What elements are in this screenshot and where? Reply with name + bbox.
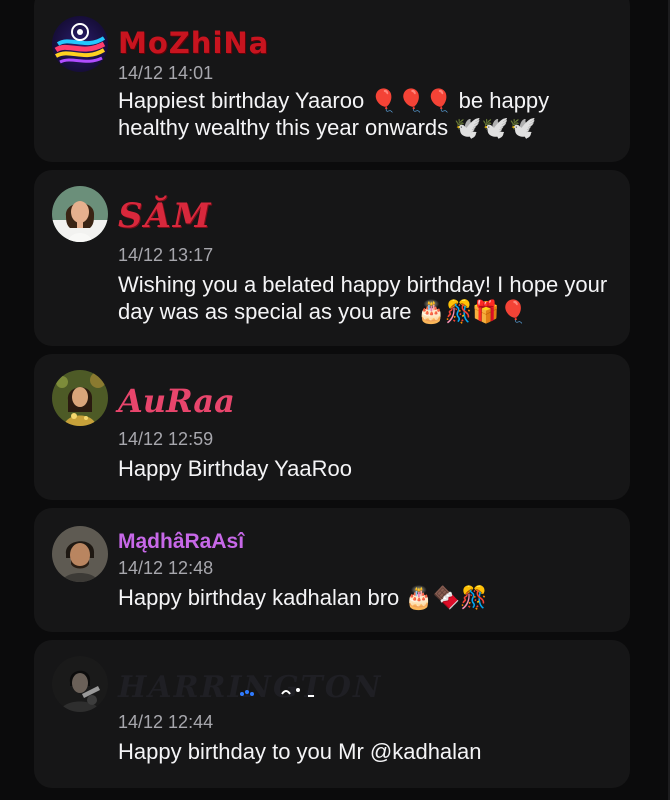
dark-photo-avatar-icon	[52, 656, 108, 712]
timestamp: 14/12 12:48	[118, 558, 214, 578]
comment-list: MoZhiNa 14/12 14:01 Happiest birthday Ya…	[0, 0, 670, 800]
timestamp: 14/12 14:01	[118, 63, 214, 83]
name-decoration-icon	[240, 688, 314, 697]
timestamp: 14/12 13:17	[118, 245, 214, 265]
comment-text: Happy birthday kadhalan bro 🎂🍫🎊	[118, 585, 488, 610]
username[interactable]: SĂM	[118, 196, 213, 236]
colorful-logo-avatar-icon	[52, 16, 108, 72]
comment-text: Wishing you a belated happy birthday! I …	[118, 272, 608, 324]
comment-text: Happy Birthday YaaRoo	[118, 456, 352, 481]
user-avatar[interactable]	[52, 656, 108, 712]
username[interactable]: MoZhiNa	[118, 26, 269, 60]
comment-card[interactable]: MądhâRaAsî 14/12 12:48 Happy birthday ka…	[34, 508, 630, 632]
user-avatar[interactable]	[52, 370, 108, 426]
username[interactable]: AuRaa	[118, 382, 235, 420]
comment-text: Happy birthday to you Mr @kadhalan	[118, 739, 482, 764]
comment-card[interactable]: SĂM 14/12 13:17 Wishing you a belated ha…	[34, 170, 630, 346]
comment-card[interactable]: MoZhiNa 14/12 14:01 Happiest birthday Ya…	[34, 0, 630, 162]
comment-card[interactable]: AuRaa 14/12 12:59 Happy Birthday YaaRoo	[34, 354, 630, 500]
user-avatar[interactable]	[52, 16, 108, 72]
user-avatar[interactable]	[52, 526, 108, 582]
timestamp: 14/12 12:44	[118, 712, 214, 732]
timestamp: 14/12 12:59	[118, 429, 214, 449]
user-avatar[interactable]	[52, 186, 108, 242]
username[interactable]: MądhâRaAsî	[118, 530, 244, 554]
woman-portrait-avatar-icon	[52, 186, 108, 242]
comment-text: Happiest birthday Yaaroo 🎈🎈🎈 be happy he…	[118, 88, 550, 140]
comment-card[interactable]: HARRINGTON 14/12 12:44 Happy birthday to…	[34, 640, 630, 788]
girl-green-avatar-icon	[52, 370, 108, 426]
man-portrait-avatar-icon	[52, 526, 108, 582]
